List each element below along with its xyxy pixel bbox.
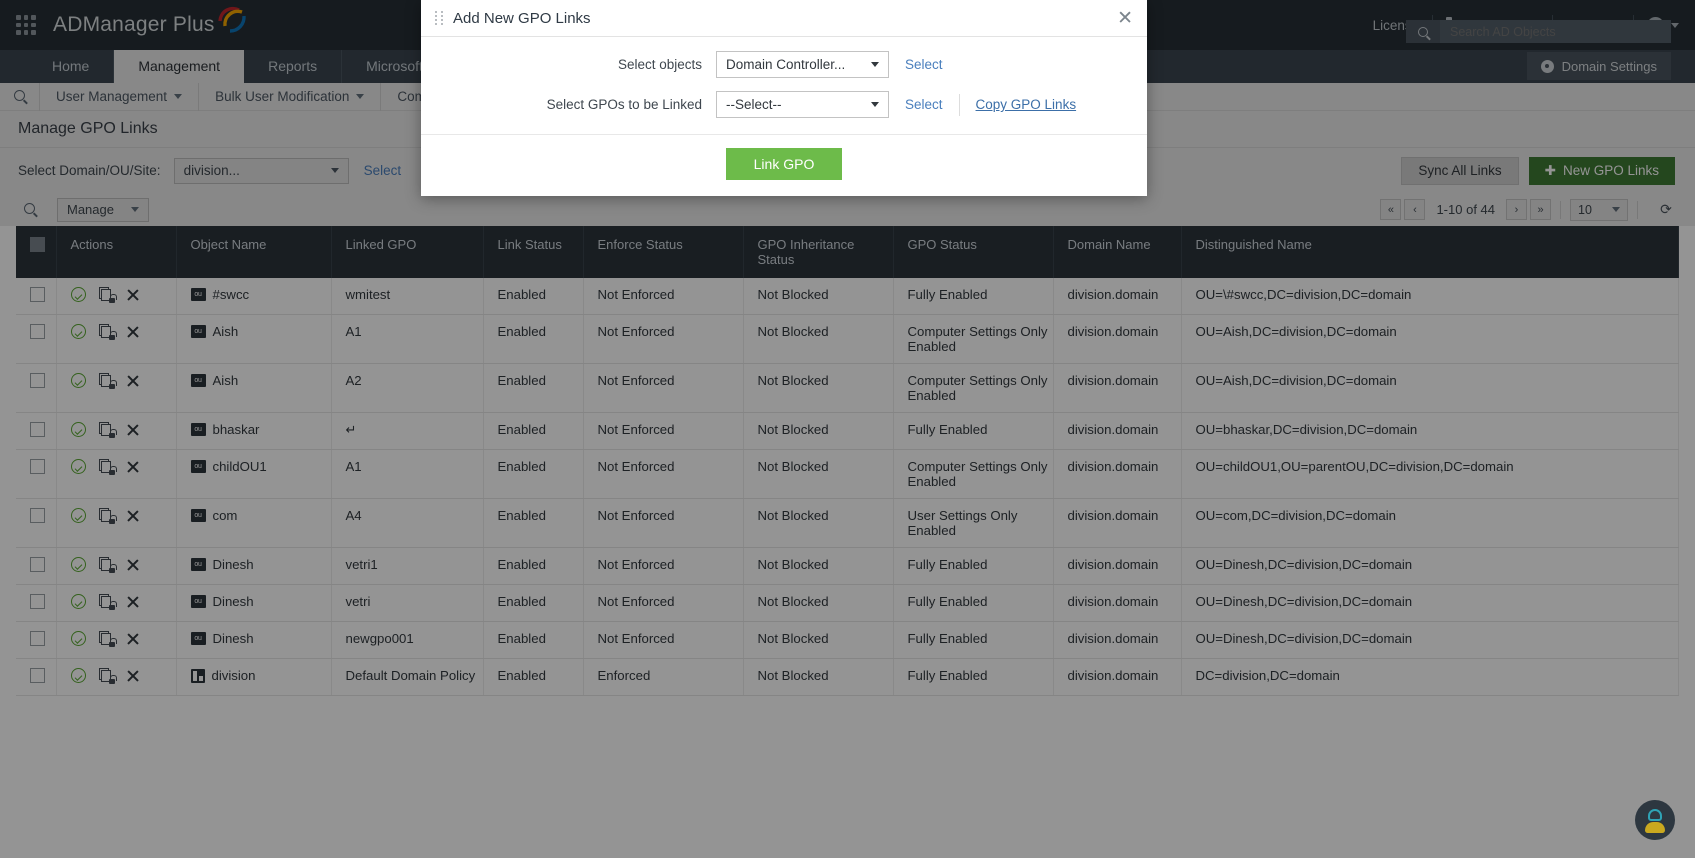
divider bbox=[958, 93, 960, 116]
select-gpos-row: Select GPOs to be Linked --Select-- Sele… bbox=[421, 91, 1147, 118]
chat-assistant-icon[interactable] bbox=[1635, 800, 1675, 840]
add-gpo-links-modal: Add New GPO Links ✕ Select objects Domai… bbox=[421, 0, 1147, 196]
select-gpos-link[interactable]: Select bbox=[905, 97, 943, 112]
modal-title: Add New GPO Links bbox=[453, 9, 591, 27]
select-objects-row: Select objects Domain Controller... Sele… bbox=[421, 51, 1147, 78]
modal-body: Select objects Domain Controller... Sele… bbox=[421, 37, 1147, 135]
select-gpos-dropdown[interactable]: --Select-- bbox=[716, 91, 889, 118]
select-objects-link[interactable]: Select bbox=[905, 57, 943, 72]
modal-footer: Link GPO bbox=[421, 135, 1147, 196]
select-gpos-label: Select GPOs to be Linked bbox=[546, 97, 702, 112]
chevron-down-icon bbox=[871, 62, 879, 67]
modal-header: Add New GPO Links ✕ bbox=[421, 0, 1147, 37]
app-root: ADManager Plus License AD Explorer TalkB… bbox=[0, 0, 1695, 858]
copy-gpo-links-link[interactable]: Copy GPO Links bbox=[976, 97, 1077, 112]
drag-handle-icon[interactable] bbox=[435, 10, 444, 26]
select-objects-value: Domain Controller... bbox=[726, 57, 846, 72]
chevron-down-icon bbox=[871, 102, 879, 107]
link-gpo-button[interactable]: Link GPO bbox=[725, 148, 843, 180]
select-objects-dropdown[interactable]: Domain Controller... bbox=[716, 51, 889, 78]
select-gpos-value: --Select-- bbox=[726, 97, 782, 112]
close-icon[interactable]: ✕ bbox=[1117, 9, 1133, 28]
select-objects-label: Select objects bbox=[617, 57, 702, 72]
